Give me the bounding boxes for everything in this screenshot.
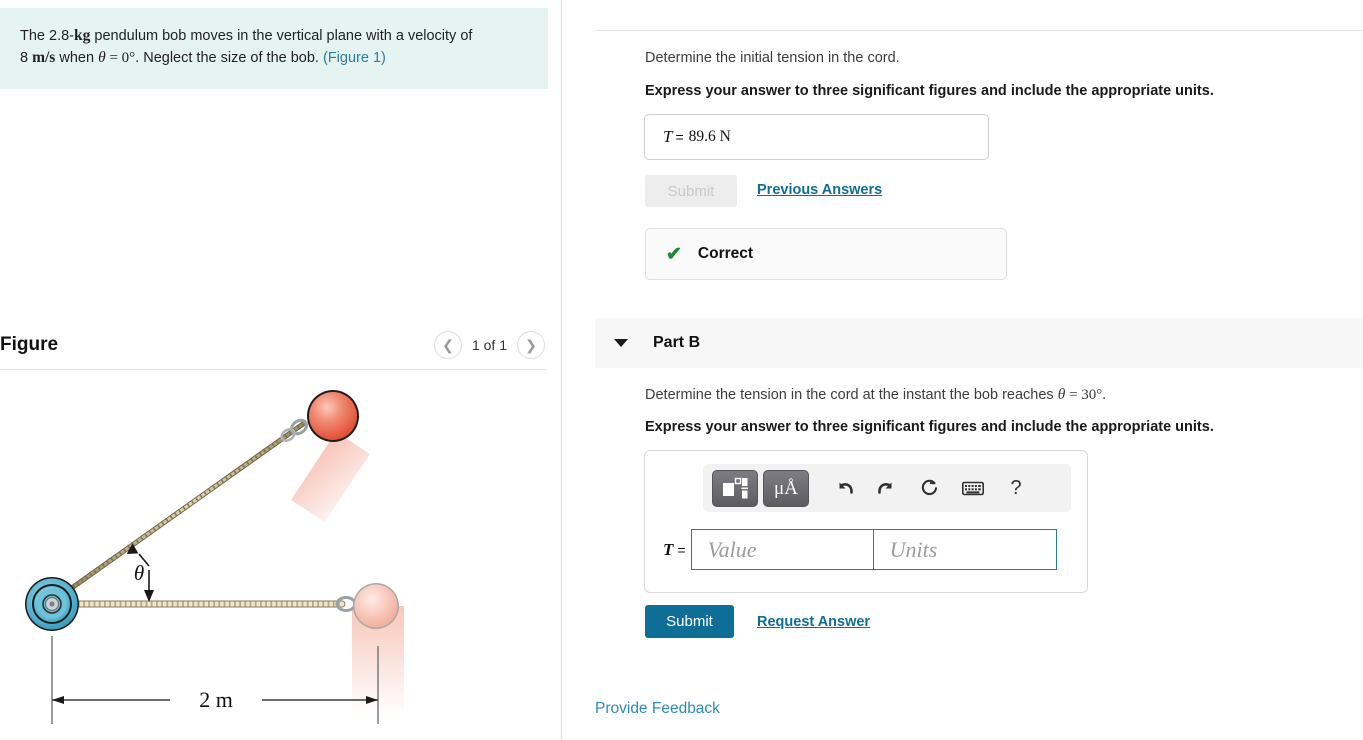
- problem-text-post: pendulum bob moves in the vertical plane…: [90, 28, 473, 44]
- problem-when-text: when: [55, 50, 99, 66]
- partA-answer-equals: =: [675, 129, 684, 145]
- partB-submit-button[interactable]: Submit: [645, 605, 734, 638]
- partA-prompt: Determine the initial tension in the cor…: [645, 50, 900, 66]
- math-toolbar: μÅ ?: [703, 464, 1071, 512]
- value-input[interactable]: Value: [690, 529, 874, 570]
- figure-header: Figure ❮ 1 of 1 ❯: [0, 331, 548, 369]
- reset-icon[interactable]: [911, 470, 949, 506]
- dimension-label: 2 m: [199, 687, 233, 712]
- help-icon-glyph: ?: [1010, 476, 1022, 499]
- partA-answer-value: 89.6 N: [688, 128, 731, 145]
- partA-answer-symbol: T: [663, 127, 673, 146]
- figure-counter: 1 of 1: [471, 337, 507, 353]
- problem-unit-ms: m/s: [32, 49, 56, 66]
- left-pane: The 2.8-kg pendulum bob moves in the ver…: [0, 0, 562, 740]
- pendulum-bob-ghost: [353, 583, 399, 629]
- problem-theta-value: = 0°: [105, 50, 136, 66]
- pendulum-figure: θ 2 m: [0, 374, 548, 734]
- partA-instruction: Express your answer to three significant…: [645, 83, 1214, 99]
- problem-line-1: The 2.8-kg pendulum bob moves in the ver…: [20, 25, 530, 47]
- pivot-point: [25, 577, 79, 631]
- pendulum-diagram-svg: θ 2 m: [25, 390, 404, 724]
- request-answer-link[interactable]: Request Answer: [757, 614, 870, 630]
- figure-divider: [0, 369, 546, 370]
- problem-velocity-number: 8: [20, 50, 33, 66]
- partB-instruction: Express your answer to three significant…: [645, 419, 1214, 435]
- problem-line-2: 8 m/s when θ = 0°. Neglect the size of t…: [20, 47, 530, 69]
- motion-trail-group: [291, 432, 404, 716]
- figure-title: Figure: [0, 334, 59, 355]
- chevron-right-icon[interactable]: ❯: [517, 331, 545, 359]
- cord-upper: [49, 421, 306, 605]
- check-icon: ✔: [666, 243, 682, 265]
- chevron-left-icon[interactable]: ❮: [433, 331, 462, 359]
- units-input[interactable]: Units: [873, 529, 1057, 570]
- partB-prompt-pre: Determine the tension in the cord at the…: [645, 387, 1058, 403]
- pendulum-bob-active: [307, 390, 359, 442]
- provide-feedback-link[interactable]: Provide Feedback: [595, 700, 720, 718]
- greek-symbol-label: μÅ: [774, 477, 798, 499]
- top-divider: [595, 30, 1363, 31]
- partB-answer-row: T = Value Units: [663, 529, 1057, 570]
- theta-label: θ: [134, 561, 144, 585]
- partB-theta-value: = 30°.: [1065, 387, 1107, 403]
- partB-title: Part B: [653, 334, 701, 351]
- problem-unit-kg: kg: [74, 27, 91, 44]
- partA-answer-display: T = 89.6 N: [644, 114, 989, 160]
- dimension-annotation: 2 m: [51, 636, 379, 724]
- figure-reference-link[interactable]: (Figure 1): [323, 50, 386, 66]
- cord-connector-upper: [280, 418, 308, 443]
- problem-statement: The 2.8-kg pendulum bob moves in the ver…: [0, 8, 548, 89]
- problem-text-pre: The 2.8-: [20, 28, 74, 44]
- status-badge: Correct: [697, 245, 754, 262]
- partA-submit-button[interactable]: Submit: [645, 175, 737, 207]
- angle-theta-annotation: θ: [126, 543, 154, 602]
- greek-symbol-icon[interactable]: μÅ: [763, 469, 809, 507]
- figure-navigation: ❮ 1 of 1 ❯: [433, 331, 545, 359]
- partA-status-banner: ✔ Correct: [645, 228, 1007, 280]
- problem-theta-symbol: θ: [98, 49, 106, 66]
- partB-answer-symbol: T: [663, 539, 674, 559]
- partB-answer-equals: =: [677, 541, 686, 558]
- partB-prompt: Determine the tension in the cord at the…: [645, 386, 1106, 404]
- redo-icon[interactable]: [868, 470, 906, 506]
- help-icon[interactable]: ?: [997, 470, 1035, 506]
- right-pane: Determine the initial tension in the cor…: [562, 0, 1363, 740]
- problem-neglect-text: . Neglect the size of the bob.: [135, 50, 323, 66]
- keyboard-icon[interactable]: [954, 470, 992, 506]
- partB-answer-widget: μÅ ? T = Value Units: [644, 450, 1088, 593]
- page-root: The 2.8-kg pendulum bob moves in the ver…: [0, 0, 1363, 740]
- previous-answers-link[interactable]: Previous Answers: [757, 182, 882, 198]
- caret-down-icon[interactable]: [614, 339, 628, 347]
- partB-header[interactable]: Part B: [595, 318, 1363, 368]
- undo-icon[interactable]: [825, 470, 863, 506]
- template-math-icon[interactable]: [712, 469, 758, 507]
